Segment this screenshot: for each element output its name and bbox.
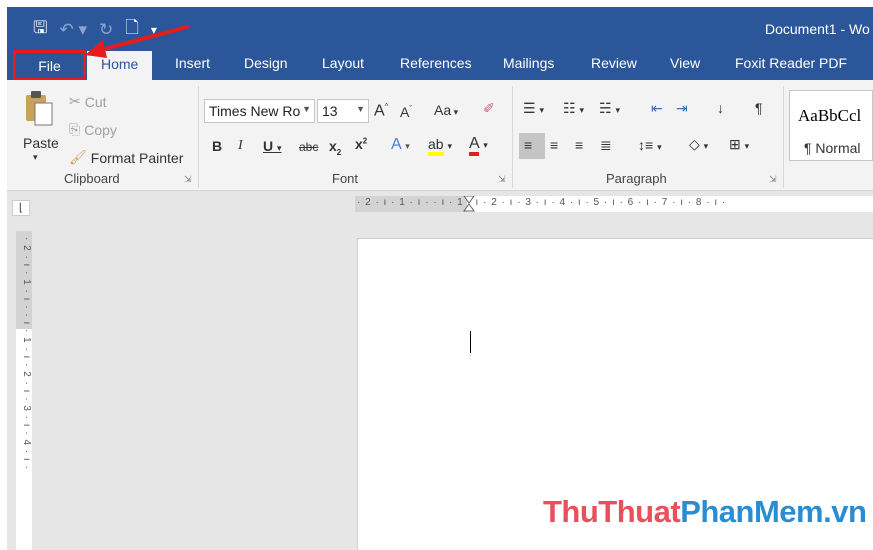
horizontal-ruler[interactable]: · 2 · ı · 1 · ı · · ı · 1 · ı · 2 · ı · … <box>355 196 873 212</box>
change-case-button[interactable]: Aa ▾ <box>434 102 458 118</box>
bullets-icon[interactable]: ☰ ▾ <box>523 100 544 117</box>
clipboard-group-label: Clipboard <box>64 171 120 186</box>
format-painter-label: Format Painter <box>90 149 184 166</box>
borders-icon[interactable]: ⊞ ▾ <box>729 136 749 153</box>
tab-layout[interactable]: Layout <box>322 55 364 71</box>
paste-icon[interactable] <box>24 89 54 127</box>
cut-label: Cut <box>84 93 107 110</box>
highlight-color-icon[interactable]: ab ▾ <box>428 136 452 156</box>
site-watermark: ThuThuatPhanMem.vn <box>543 494 867 530</box>
strikethrough-icon[interactable]: abc <box>299 140 318 154</box>
line-spacing-icon[interactable]: ↕≡ ▾ <box>638 137 662 153</box>
save-icon[interactable]: 🖫 <box>33 15 47 44</box>
watermark-part2: PhanMem.vn <box>680 494 867 529</box>
underline-icon[interactable]: U ▾ <box>263 138 282 154</box>
font-size-combo[interactable]: 13 ▼ <box>317 99 369 123</box>
font-size-value: 13 <box>322 103 338 119</box>
shrink-font-icon[interactable]: Aˇ <box>400 104 412 120</box>
subscript-icon[interactable]: x2 <box>329 138 341 157</box>
paragraph-group-label: Paragraph <box>606 171 667 186</box>
undo-icon[interactable]: ↶ ▾ <box>59 20 87 40</box>
copy-icon: ⎘ <box>69 121 81 137</box>
chevron-down-icon: ▼ <box>302 104 311 114</box>
tab-file[interactable]: File <box>13 50 86 81</box>
clipboard-dialog-launcher-icon[interactable]: ⇲ <box>184 174 192 185</box>
decrease-indent-icon[interactable]: ⇤ <box>651 100 663 117</box>
redo-icon[interactable]: ↻ <box>99 20 113 40</box>
print-preview-icon[interactable]: 🗋 <box>125 15 139 44</box>
clear-formatting-icon[interactable]: ✐ <box>483 100 495 117</box>
font-name-combo[interactable]: Times New Ro ▼ <box>204 99 315 123</box>
bold-icon[interactable]: B <box>212 138 222 154</box>
customize-qat-icon[interactable]: ▾ <box>151 23 157 37</box>
document-title: Document1 - Wo <box>765 21 870 37</box>
ribbon-home: Paste ▾ ✂ Cut ⎘ Copy 🖌 Format Painter Cl… <box>7 80 873 191</box>
ruler-ticks: · 2 · ı · 1 · ı · · ı · 1 · ı · 2 · ı · … <box>21 237 32 470</box>
shading-icon[interactable]: ◇ ▾ <box>689 136 708 153</box>
paintbrush-icon: 🖌 <box>69 149 87 165</box>
watermark-part1: ThuThuat <box>543 494 681 529</box>
font-color-icon[interactable]: A ▾ <box>469 135 488 156</box>
tab-selector[interactable]: ⌊ <box>12 200 30 216</box>
ruler-ticks: · 2 · ı · 1 · ı · · ı · 1 · ı · 2 · ı · … <box>357 197 727 208</box>
align-left-icon[interactable]: ≡ <box>524 137 532 153</box>
show-formatting-marks-icon[interactable]: ¶ <box>755 100 763 116</box>
text-cursor <box>470 331 471 353</box>
sort-icon[interactable]: ↓ <box>717 100 724 116</box>
style-normal[interactable]: AaBbCcl ¶ Normal <box>789 90 873 161</box>
quick-access-toolbar: 🖫 ↶ ▾ ↻ 🗋 ▾ <box>33 15 157 44</box>
change-case-label: Aa <box>434 102 452 118</box>
align-center-icon[interactable]: ≡ <box>550 137 558 153</box>
font-dialog-launcher-icon[interactable]: ⇲ <box>498 174 506 185</box>
multilevel-list-icon[interactable]: ☵ ▾ <box>599 100 620 117</box>
align-right-icon[interactable]: ≡ <box>575 137 583 153</box>
copy-button[interactable]: ⎘ Copy <box>69 121 117 138</box>
grow-font-icon[interactable]: A^ <box>374 102 388 120</box>
format-painter-button[interactable]: 🖌 Format Painter <box>69 149 183 166</box>
justify-icon[interactable]: ≣ <box>600 137 612 154</box>
tab-design[interactable]: Design <box>244 55 288 71</box>
style-sample-text: AaBbCcl <box>798 106 862 125</box>
copy-label: Copy <box>84 121 117 138</box>
tab-view[interactable]: View <box>670 55 700 71</box>
text-effects-icon[interactable]: A ▾ <box>391 136 410 154</box>
group-separator <box>783 86 784 188</box>
ribbon-tabs: Home Insert Design Layout References Mai… <box>7 48 873 81</box>
paste-dropdown-icon[interactable]: ▾ <box>33 152 38 163</box>
tab-mailings[interactable]: Mailings <box>503 55 554 71</box>
vertical-ruler[interactable]: · 2 · ı · 1 · ı · · ı · 1 · ı · 2 · ı · … <box>16 231 32 550</box>
superscript-icon[interactable]: x2 <box>355 136 367 152</box>
cut-button[interactable]: ✂ Cut <box>69 93 107 110</box>
indent-marker-icon[interactable] <box>463 196 475 212</box>
font-group-label: Font <box>332 171 359 186</box>
style-name-label: ¶ Normal <box>804 140 861 156</box>
tab-review[interactable]: Review <box>591 55 637 71</box>
chevron-down-icon: ▼ <box>356 104 365 114</box>
tab-foxit-reader-pdf[interactable]: Foxit Reader PDF <box>735 55 847 71</box>
increase-indent-icon[interactable]: ⇥ <box>676 100 688 117</box>
scissors-icon: ✂ <box>69 93 81 109</box>
paste-button[interactable]: Paste <box>23 135 59 151</box>
font-name-value: Times New Ro <box>209 103 301 119</box>
tab-home[interactable]: Home <box>87 51 153 80</box>
title-bar: 🖫 ↶ ▾ ↻ 🗋 ▾ Document1 - Wo <box>7 7 873 48</box>
paragraph-dialog-launcher-icon[interactable]: ⇲ <box>769 174 777 185</box>
word-window: 🖫 ↶ ▾ ↻ 🗋 ▾ Document1 - Wo Home Insert D… <box>7 7 873 550</box>
numbering-icon[interactable]: ☷ ▾ <box>563 100 584 117</box>
group-separator <box>198 86 199 188</box>
group-separator <box>512 86 513 188</box>
italic-icon[interactable]: I <box>238 138 243 154</box>
tab-insert[interactable]: Insert <box>175 55 210 71</box>
tab-references[interactable]: References <box>400 55 472 71</box>
